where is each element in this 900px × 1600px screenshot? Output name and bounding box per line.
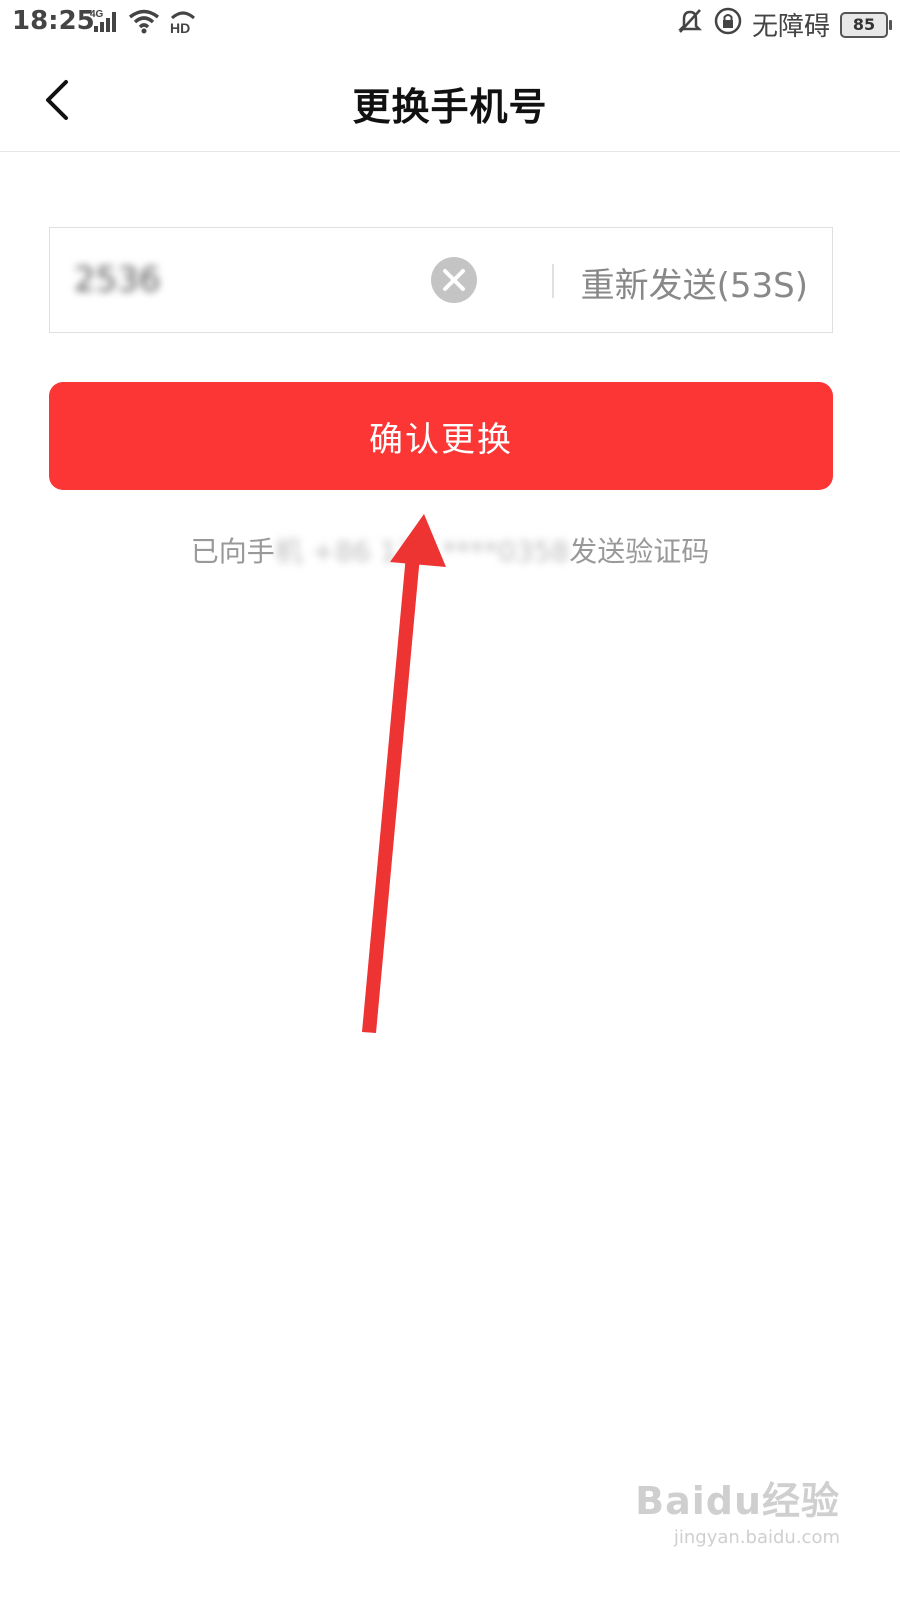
watermark-url: jingyan.baidu.com bbox=[673, 1527, 840, 1548]
status-bar: 18:25 4G HD 无障碍 85 bbox=[0, 0, 900, 48]
clear-button[interactable] bbox=[430, 256, 478, 304]
verification-code-value[interactable]: 2536 bbox=[74, 260, 161, 300]
hd-badge-text: HD bbox=[170, 20, 190, 34]
baidu-jingyan-watermark: Baidu经验 jingyan.baidu.com bbox=[635, 1470, 840, 1548]
confirm-change-button[interactable]: 确认更换 bbox=[49, 382, 833, 490]
page-title: 更换手机号 bbox=[352, 85, 548, 129]
battery-icon: 85 bbox=[840, 11, 892, 38]
battery-level: 85 bbox=[852, 15, 876, 34]
hint-suffix: 发送验证码 bbox=[569, 535, 710, 568]
network-type-label: 4G bbox=[90, 9, 104, 20]
field-divider bbox=[552, 264, 554, 298]
watermark-brand: Baidu经验 bbox=[635, 1479, 840, 1523]
resend-code-button[interactable]: 重新发送(53S) bbox=[581, 258, 808, 307]
signal-icon: 4G bbox=[90, 8, 120, 41]
lock-icon bbox=[714, 7, 742, 42]
status-right: 无障碍 85 bbox=[676, 6, 892, 43]
status-time: 18:25 bbox=[12, 6, 95, 36]
status-left-icons: 4G HD bbox=[90, 8, 198, 41]
hint-prefix: 已向手 bbox=[190, 535, 275, 568]
nav-bar: 更换手机号 bbox=[0, 52, 900, 152]
accessibility-label: 无障碍 bbox=[751, 12, 830, 42]
silent-bell-icon bbox=[676, 7, 704, 42]
hd-icon: HD bbox=[168, 8, 198, 41]
wifi-icon bbox=[128, 8, 160, 41]
verification-code-field[interactable]: 2536 重新发送(53S) bbox=[49, 227, 833, 333]
annotation-arrow bbox=[362, 514, 446, 1033]
clear-circle-icon bbox=[431, 257, 477, 303]
